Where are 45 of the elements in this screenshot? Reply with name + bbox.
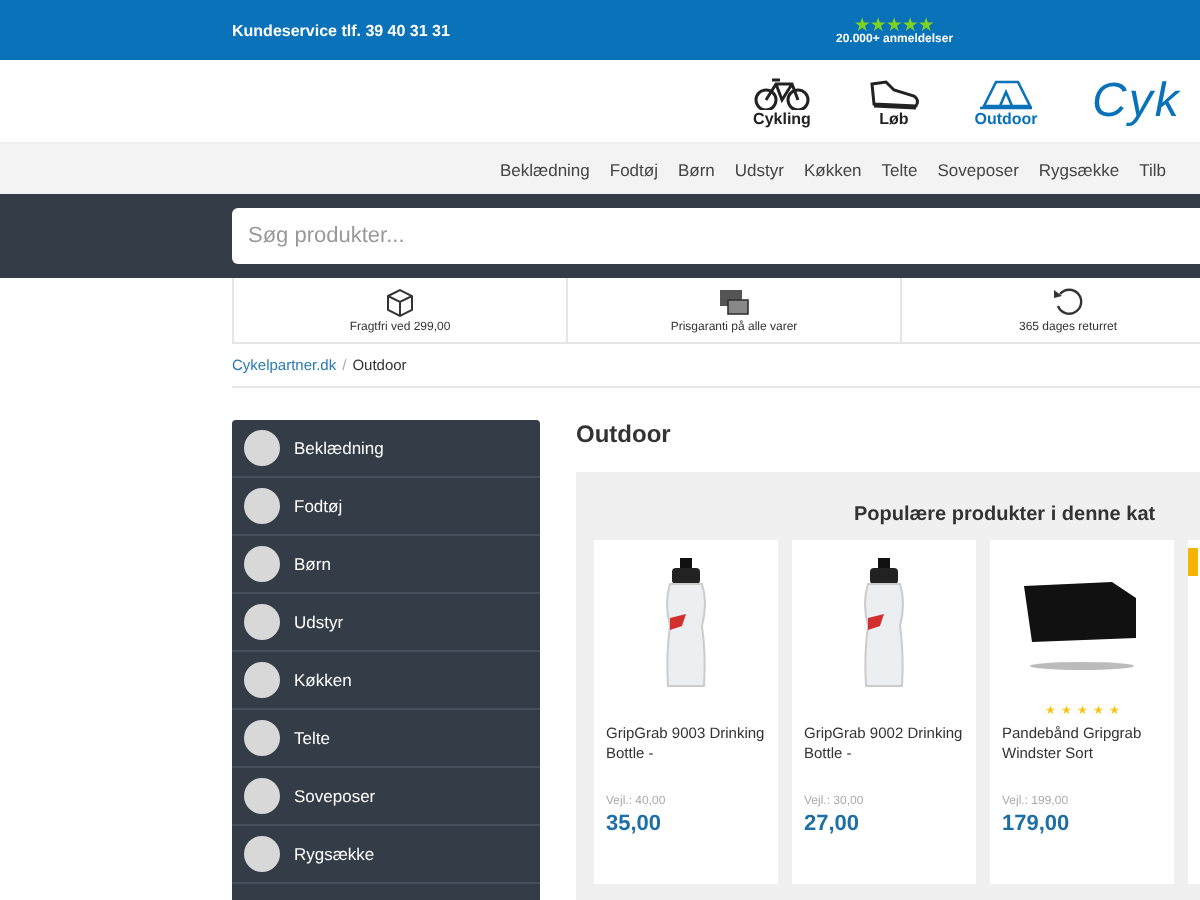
category-link[interactable]: Fodtøj — [609, 159, 658, 179]
category-link[interactable]: Soveposer — [937, 159, 1019, 179]
nav-tab[interactable]: Løb — [856, 74, 932, 128]
box-icon — [384, 286, 416, 318]
search-field[interactable]: Søg produkter... — [232, 208, 1200, 264]
category-link[interactable]: Telte — [881, 159, 918, 179]
category-link[interactable]: Tilb — [1139, 159, 1166, 179]
photo-placeholder — [244, 778, 280, 814]
sidebar-item[interactable]: Fodtøj — [232, 478, 540, 536]
photo-placeholder — [244, 546, 280, 582]
bottle-drawing — [860, 558, 908, 690]
bottle-drawing — [662, 558, 710, 690]
rating-stars: ★★★★★ — [854, 15, 935, 33]
category-link[interactable]: Køkken — [803, 159, 862, 179]
photo-placeholder — [244, 836, 280, 872]
nav-tab[interactable]: Outdoor — [968, 74, 1044, 128]
photo-placeholder — [244, 720, 280, 756]
shoe-icon — [866, 74, 922, 110]
category-link[interactable]: Beklædning — [500, 159, 590, 179]
sidebar-item[interactable]: Børn — [232, 536, 540, 594]
cards-icon — [718, 286, 750, 318]
product-price: 35,00 — [606, 812, 664, 836]
badge-icon — [1188, 548, 1198, 576]
section-heading: Populære produkter i denne kat — [854, 504, 1158, 526]
return-icon — [1052, 286, 1084, 318]
photo-placeholder — [244, 430, 280, 466]
product-price: 179,00 — [1002, 812, 1072, 836]
category-link[interactable]: Børn — [677, 159, 715, 179]
product-price: 27,00 — [804, 812, 862, 836]
phone-text: Kundeservice tlf. 39 40 31 31 — [232, 21, 452, 39]
photo-placeholder — [244, 662, 280, 698]
photo-placeholder — [244, 604, 280, 640]
sidebar-item[interactable]: Telte — [232, 710, 540, 768]
sidebar-item[interactable]: Udstyr — [232, 594, 540, 652]
sidebar-item[interactable]: Soveposer — [232, 768, 540, 826]
category-link[interactable]: Rygsække — [1038, 159, 1120, 179]
category-link[interactable]: Udstyr — [734, 159, 784, 179]
page-title: Outdoor — [576, 420, 673, 448]
sidebar-item[interactable]: Beklædning — [232, 420, 540, 478]
logo-text[interactable]: Cyk — [1092, 73, 1181, 129]
nav-tab[interactable]: Cykling — [744, 74, 820, 128]
sidebar-item[interactable]: Rygsække — [232, 826, 540, 884]
sidebar-item[interactable]: Køkken — [232, 652, 540, 710]
photo-placeholder — [244, 488, 280, 524]
bike-icon — [754, 74, 810, 110]
